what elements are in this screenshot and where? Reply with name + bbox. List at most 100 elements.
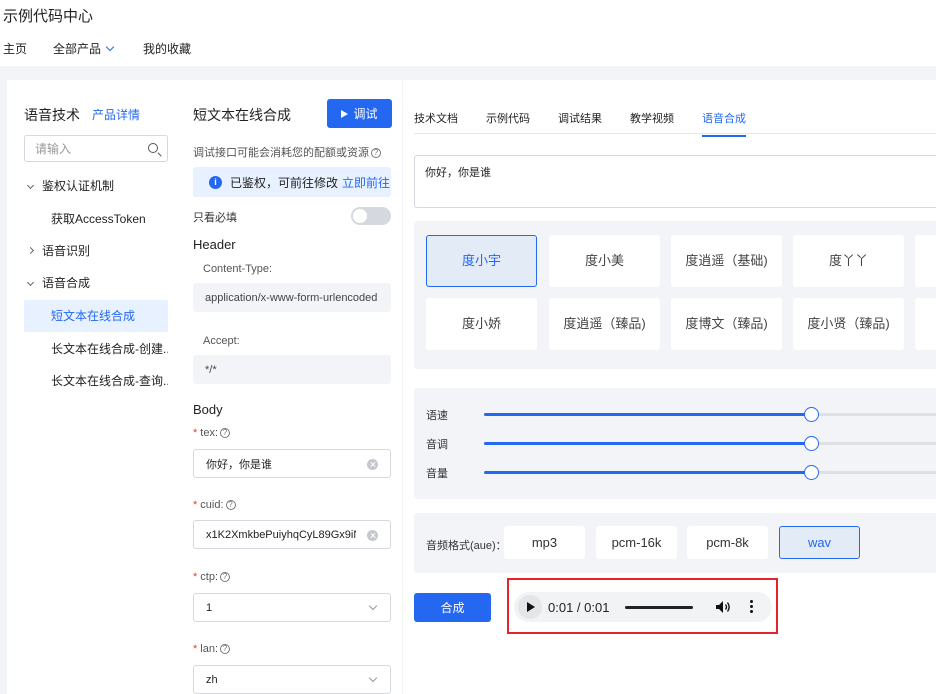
tree-item-label: 语音合成 bbox=[42, 276, 91, 290]
more-options-icon[interactable] bbox=[750, 600, 754, 614]
ctp-select-value: 1 bbox=[206, 601, 213, 614]
volume-label: 音量 bbox=[426, 468, 448, 480]
lan-select-value: zh bbox=[206, 673, 218, 686]
speed-slider: 语速 bbox=[414, 405, 936, 423]
tree-item-short-tts[interactable]: 短文本在线合成 bbox=[24, 300, 168, 332]
debug-button[interactable]: 调试 bbox=[327, 99, 392, 128]
tree-item-auth[interactable]: 鉴权认证机制 bbox=[24, 170, 168, 202]
cuid-input-value: x1K2XmkbePuiyhqCyL89Gx9iN bbox=[206, 528, 356, 541]
tree-item-label: 语音识别 bbox=[42, 244, 91, 258]
tab-sample-code[interactable]: 示例代码 bbox=[486, 110, 530, 135]
content-type-field: application/x-www-form-urlencoded bbox=[193, 283, 391, 312]
tab-bar: 技术文档 示例代码 调试结果 教学视频 语音合成 bbox=[414, 110, 936, 137]
voice-option[interactable]: 度小宇 bbox=[426, 235, 537, 287]
pitch-track[interactable] bbox=[484, 436, 936, 451]
format-option-mp3[interactable]: mp3 bbox=[504, 526, 585, 559]
format-option-pcm8k[interactable]: pcm-8k bbox=[687, 526, 768, 559]
help-icon[interactable]: ? bbox=[220, 428, 231, 439]
api-title: 短文本在线合成 bbox=[193, 107, 291, 123]
audio-player: 0:01 / 0:01 bbox=[514, 592, 772, 622]
nav-favorites[interactable]: 我的收藏 bbox=[143, 40, 191, 57]
tree-item-get-token[interactable]: 获取AccessToken bbox=[24, 203, 168, 235]
auth-go-link[interactable]: 立即前往 bbox=[342, 174, 390, 191]
lan-label-text: lan: bbox=[200, 643, 219, 655]
voice-option[interactable]: 度小贤（臻品) bbox=[793, 298, 904, 350]
play-icon bbox=[341, 109, 349, 118]
help-icon[interactable]: ? bbox=[371, 148, 381, 159]
ctp-label-text: ctp: bbox=[200, 571, 219, 583]
speed-track[interactable] bbox=[484, 407, 936, 422]
search-input[interactable] bbox=[25, 136, 135, 161]
speed-fill bbox=[484, 413, 811, 416]
tex-input[interactable]: 你好，你是谁 bbox=[193, 449, 391, 478]
body-section-title: Body bbox=[193, 402, 223, 417]
tree-item-label: 鉴权认证机制 bbox=[42, 179, 115, 193]
chevron-down-icon bbox=[26, 181, 35, 190]
request-panel: 短文本在线合成 调试 调试接口可能会消耗您的配额或资源? i 已鉴权，可前往修改… bbox=[179, 80, 402, 694]
product-detail-link[interactable]: 产品详情 bbox=[92, 106, 140, 123]
tree-item-long-tts-query[interactable]: 长文本在线合成-查询... bbox=[24, 365, 168, 397]
pitch-thumb[interactable] bbox=[803, 436, 819, 451]
volume-fill bbox=[484, 471, 811, 474]
tts-panel: 技术文档 示例代码 调试结果 教学视频 语音合成 你好，你是谁 度小宇 度小美 … bbox=[403, 80, 936, 694]
header-section-title: Header bbox=[193, 237, 236, 252]
tree-item-asr[interactable]: 语音识别 bbox=[24, 235, 168, 267]
voice-option[interactable]: 度丫丫 bbox=[793, 235, 904, 287]
voice-option-partial[interactable] bbox=[915, 235, 936, 287]
debug-button-label: 调试 bbox=[353, 107, 378, 121]
ctp-select[interactable]: 1 bbox=[193, 593, 391, 622]
accept-field: */* bbox=[193, 355, 391, 384]
help-icon[interactable]: ? bbox=[225, 500, 236, 511]
voice-option-partial[interactable] bbox=[915, 298, 936, 350]
info-icon: i bbox=[209, 175, 222, 189]
tab-tech-docs[interactable]: 技术文档 bbox=[414, 110, 458, 135]
pitch-label: 音调 bbox=[426, 439, 448, 451]
chevron-down-icon bbox=[368, 601, 378, 611]
cuid-input[interactable]: x1K2XmkbePuiyhqCyL89Gx9iN bbox=[193, 520, 391, 549]
play-icon[interactable] bbox=[518, 595, 542, 619]
format-option-wav[interactable]: wav bbox=[779, 526, 860, 559]
voice-option[interactable]: 度小美 bbox=[549, 235, 660, 287]
sidebar-title: 语音技术 bbox=[24, 107, 80, 123]
help-icon[interactable]: ? bbox=[220, 572, 231, 583]
chevron-down-icon bbox=[26, 278, 35, 287]
format-label: 音频格式(aue)： bbox=[426, 540, 507, 552]
required-star: * bbox=[193, 571, 198, 583]
tab-debug-result[interactable]: 调试结果 bbox=[558, 110, 602, 135]
clear-icon[interactable] bbox=[367, 459, 378, 470]
voice-option[interactable]: 度小娇 bbox=[426, 298, 537, 350]
nav-home[interactable]: 主页 bbox=[3, 40, 27, 57]
nav-all-products-label: 全部产品 bbox=[53, 42, 102, 56]
tree-item-long-tts-create[interactable]: 长文本在线合成-创建... bbox=[24, 333, 168, 365]
volume-track[interactable] bbox=[484, 465, 936, 480]
tab-tutorial-video[interactable]: 教学视频 bbox=[630, 110, 674, 135]
tex-input-value: 你好，你是谁 bbox=[206, 458, 272, 471]
speed-thumb[interactable] bbox=[803, 407, 819, 422]
auth-notice-text: 已鉴权，可前往修改 bbox=[230, 175, 339, 190]
audio-progress-bar[interactable] bbox=[625, 606, 693, 609]
volume-icon[interactable] bbox=[715, 600, 731, 614]
chevron-down-icon bbox=[105, 42, 115, 52]
tts-text-input[interactable]: 你好，你是谁 bbox=[414, 155, 936, 208]
chevron-right-icon bbox=[26, 246, 35, 255]
auth-notice: i 已鉴权，可前往修改 立即前往 bbox=[193, 167, 391, 197]
volume-slider: 音量 bbox=[414, 463, 936, 481]
format-option-pcm16k[interactable]: pcm-16k bbox=[596, 526, 677, 559]
volume-thumb[interactable] bbox=[803, 465, 819, 480]
voice-option[interactable]: 度逍遥（臻品) bbox=[549, 298, 660, 350]
tree-item-tts[interactable]: 语音合成 bbox=[24, 267, 168, 299]
synthesize-button[interactable]: 合成 bbox=[414, 593, 491, 622]
voice-option[interactable]: 度逍遥（基础) bbox=[671, 235, 782, 287]
help-icon[interactable]: ? bbox=[220, 644, 231, 655]
tab-tts[interactable]: 语音合成 bbox=[702, 110, 746, 137]
audio-time: 0:01 / 0:01 bbox=[548, 600, 610, 615]
tex-label-text: tex: bbox=[200, 427, 219, 439]
pitch-fill bbox=[484, 442, 811, 445]
required-only-toggle[interactable] bbox=[351, 207, 391, 225]
cuid-label: * cuid:? bbox=[193, 499, 236, 511]
clear-icon[interactable] bbox=[367, 530, 378, 541]
voice-option[interactable]: 度博文（臻品) bbox=[671, 298, 782, 350]
lan-select[interactable]: zh bbox=[193, 665, 391, 694]
search-icon[interactable] bbox=[148, 143, 158, 153]
pitch-slider: 音调 bbox=[414, 434, 936, 452]
